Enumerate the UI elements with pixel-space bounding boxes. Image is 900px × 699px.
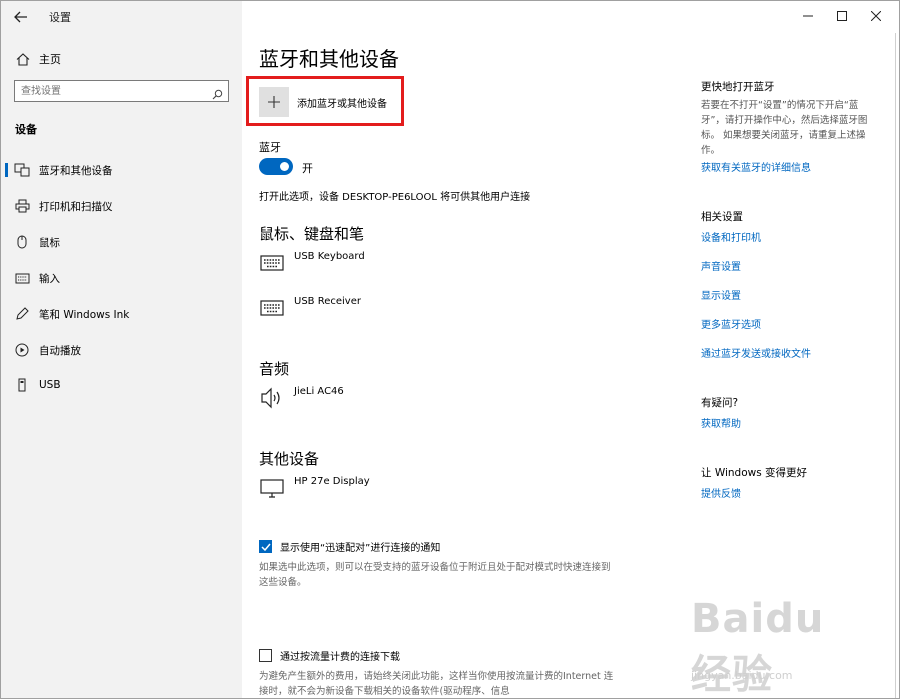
display-settings-link[interactable]: 显示设置: [701, 287, 741, 302]
add-device-button[interactable]: 添加蓝牙或其他设备: [259, 86, 404, 118]
usb-icon: [14, 377, 30, 393]
app-title: 设置: [49, 11, 71, 24]
bluetooth-devices-icon: [14, 162, 30, 178]
home-icon: [15, 52, 31, 66]
device-item[interactable]: USB Receiver: [259, 296, 361, 321]
device-name: USB Receiver: [294, 296, 361, 307]
mouse-icon: [14, 234, 30, 250]
sidebar-item-label: 蓝牙和其他设备: [39, 164, 113, 177]
device-name: HP 27e Display: [294, 476, 370, 487]
title-bar: 设置: [1, 1, 242, 33]
metered-label: 通过按流量计费的连接下载: [280, 652, 400, 663]
page-title: 蓝牙和其他设备: [259, 47, 399, 71]
metered-desc: 为避免产生额外的费用，请始终关闭此功能，这样当你使用按流量计费的Internet…: [259, 671, 614, 697]
printer-icon: [14, 198, 30, 214]
scrollbar[interactable]: [895, 33, 896, 698]
sidebar-item-printers[interactable]: 打印机和扫描仪: [1, 194, 242, 218]
related-panel: 更快地打开蓝牙 若要在不打开“设置”的情况下开启“蓝牙”，请打开操作中心，然后选…: [691, 1, 881, 698]
sidebar-item-pen[interactable]: 笔和 Windows Ink: [1, 302, 242, 326]
monitor-icon: [259, 477, 285, 499]
sidebar-item-autoplay[interactable]: 自动播放: [1, 338, 242, 362]
swift-pair-label: 显示使用“迅速配对”进行连接的通知: [280, 543, 441, 554]
device-name: JieLi AC46: [294, 386, 344, 397]
sidebar-item-home[interactable]: 主页: [1, 47, 242, 71]
search-input[interactable]: [21, 84, 201, 98]
sidebar-item-mouse[interactable]: 鼠标: [1, 230, 242, 254]
related-settings-heading: 相关设置: [701, 211, 743, 223]
improve-windows-heading: 让 Windows 变得更好: [701, 467, 808, 479]
device-item[interactable]: JieLi AC46: [259, 386, 344, 411]
bluetooth-label: 蓝牙: [259, 141, 281, 154]
section-heading-other: 其他设备: [259, 450, 320, 468]
check-icon: [260, 543, 271, 551]
watermark-url: jingyan.baidu.com: [691, 669, 793, 682]
sidebar-item-usb[interactable]: USB: [1, 373, 242, 397]
section-heading-input: 鼠标、键盘和笔: [259, 225, 365, 243]
device-item[interactable]: USB Keyboard: [259, 251, 365, 276]
more-bluetooth-options-link[interactable]: 更多蓝牙选项: [701, 316, 761, 331]
devices-printers-link[interactable]: 设备和打印机: [701, 229, 761, 244]
speaker-icon: [259, 387, 285, 409]
bluetooth-state: 开: [302, 162, 313, 175]
discoverable-text: 打开此选项，设备 DESKTOP-PE6LOOL 将可供其他用户连接: [259, 192, 531, 203]
keyboard-icon: [14, 270, 30, 286]
sound-settings-link[interactable]: 声音设置: [701, 258, 741, 273]
swift-pair-checkbox[interactable]: [259, 540, 272, 553]
bluetooth-info-link[interactable]: 获取有关蓝牙的详细信息: [701, 159, 811, 174]
section-heading-audio: 音频: [259, 360, 290, 378]
quick-bluetooth-heading: 更快地打开蓝牙: [701, 81, 775, 93]
main-content: 蓝牙和其他设备 添加蓝牙或其他设备 蓝牙 开 打开此选项，设备 DESKTOP-…: [242, 1, 682, 698]
bluetooth-toggle[interactable]: [259, 158, 293, 175]
sidebar: 设置 主页 设备 蓝牙和其他设备 打印机和扫描仪: [1, 1, 242, 698]
back-arrow-icon: [14, 11, 27, 23]
question-heading: 有疑问?: [701, 397, 739, 409]
toggle-knob: [280, 162, 289, 171]
send-receive-files-link[interactable]: 通过蓝牙发送或接收文件: [701, 345, 811, 360]
plus-icon: [259, 87, 289, 117]
settings-window: 设置 主页 设备 蓝牙和其他设备 打印机和扫描仪: [0, 0, 900, 699]
sidebar-item-label: 打印机和扫描仪: [39, 200, 113, 213]
feedback-link[interactable]: 提供反馈: [701, 485, 741, 500]
metered-checkbox[interactable]: [259, 649, 272, 662]
sidebar-item-label: 自动播放: [39, 344, 81, 357]
sidebar-item-label: 笔和 Windows Ink: [39, 308, 130, 321]
search-icon[interactable]: [212, 85, 223, 104]
quick-bluetooth-desc: 若要在不打开“设置”的情况下开启“蓝牙”，请打开操作中心，然后选择蓝牙图标。 如…: [701, 100, 868, 156]
swift-pair-row[interactable]: 显示使用“迅速配对”进行连接的通知: [259, 539, 440, 554]
section-label: 设备: [15, 123, 37, 136]
back-button[interactable]: [11, 7, 31, 27]
sidebar-item-label: 主页: [39, 53, 61, 66]
metered-row[interactable]: 通过按流量计费的连接下载: [259, 648, 400, 663]
sidebar-item-bluetooth[interactable]: 蓝牙和其他设备: [1, 158, 242, 182]
sidebar-item-label: 输入: [39, 272, 60, 285]
swift-pair-desc: 如果选中此选项，则可以在受支持的蓝牙设备位于附近且处于配对模式时快速连接到这些设…: [259, 562, 611, 588]
sidebar-item-label: USB: [39, 379, 61, 391]
get-help-link[interactable]: 获取帮助: [701, 415, 741, 430]
sidebar-item-label: 鼠标: [39, 236, 60, 249]
sidebar-item-typing[interactable]: 输入: [1, 266, 242, 290]
device-name: USB Keyboard: [294, 251, 365, 262]
autoplay-icon: [14, 342, 30, 358]
keyboard-icon: [259, 297, 285, 319]
highlight-box: 添加蓝牙或其他设备: [246, 76, 404, 126]
search-box: [14, 80, 229, 102]
device-item[interactable]: HP 27e Display: [259, 476, 370, 501]
pen-icon: [14, 306, 30, 322]
add-device-label: 添加蓝牙或其他设备: [297, 98, 387, 110]
keyboard-icon: [259, 252, 285, 274]
